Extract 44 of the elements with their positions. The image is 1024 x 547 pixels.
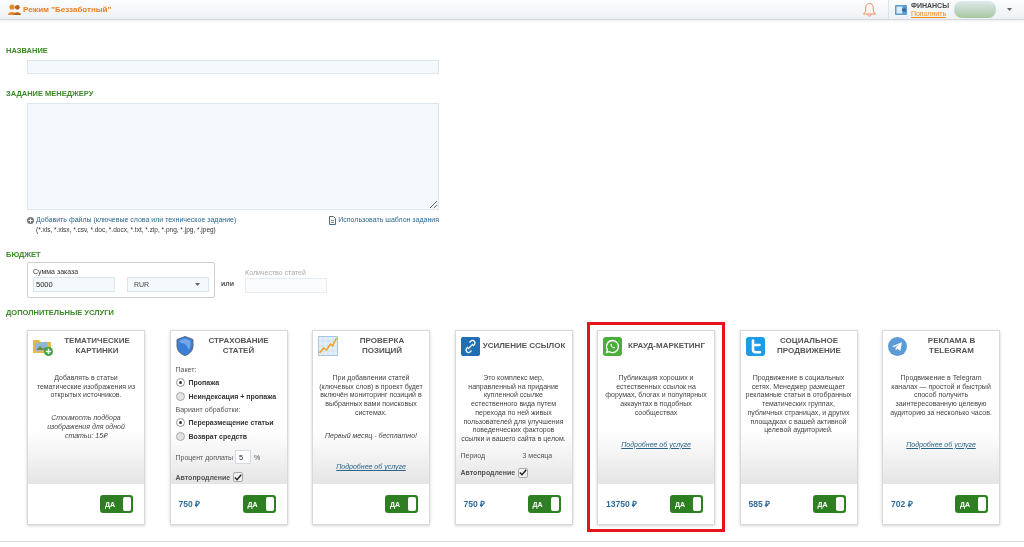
radio-button[interactable] (175, 432, 185, 441)
chat-bubble-icon (603, 336, 622, 356)
card-title: СОЦИАЛЬНОЕ ПРОДВИЖЕНИЕ (776, 336, 842, 356)
task-textarea[interactable] (27, 103, 439, 210)
link-icon (460, 336, 480, 356)
price-label: 750 ₽ (178, 497, 201, 511)
card-title: РЕКЛАМА В TELEGRAM (926, 336, 977, 356)
price-label: 702 ₽ (891, 497, 913, 511)
card-title: УСИЛЕНИЕ ССЫЛОК (481, 341, 567, 351)
checkbox[interactable] (518, 467, 529, 478)
switch-knob (550, 497, 559, 511)
radio-button[interactable] (175, 378, 185, 387)
title-input[interactable] (27, 60, 439, 74)
card-title: СТРАХОВАНИЕ СТАТЕЙ (207, 336, 270, 356)
card-title: КРАУД-МАРКЕТИНГ (627, 341, 706, 351)
checkbox[interactable] (233, 472, 244, 482)
shield-icon (175, 336, 194, 356)
check-icon (519, 469, 528, 477)
switch-knob (123, 497, 131, 511)
price-label: 13750 ₽ (606, 497, 637, 511)
check-icon (234, 473, 243, 481)
people-icon (8, 4, 21, 15)
radio-button[interactable] (175, 418, 185, 427)
switch-knob (835, 497, 844, 511)
paper-plane-icon (888, 336, 907, 356)
bell-icon[interactable] (861, 2, 877, 17)
document-icon (329, 215, 337, 225)
switch-knob (978, 497, 986, 511)
avatar-placeholder[interactable] (954, 1, 996, 18)
card-title: ТЕМАТИЧЕСКИЕ КАРТИНКИ (63, 336, 131, 356)
caret-icon (1007, 8, 1012, 11)
price-label: 750 ₽ (463, 497, 486, 511)
line-chart-icon (318, 336, 338, 356)
switch-knob (265, 497, 274, 511)
switch-knob (693, 497, 701, 511)
switch-knob (408, 497, 416, 511)
social-tile-icon (745, 336, 765, 356)
card-title: ПРОВЕРКА ПОЗИЦИЙ (358, 336, 406, 356)
wallet-icon[interactable] (894, 4, 907, 15)
price-label: 585 ₽ (748, 497, 771, 511)
caret-icon (195, 283, 200, 286)
radio-button[interactable] (175, 392, 185, 401)
mode-title[interactable]: Режим "Беззаботный" (23, 4, 112, 15)
plus-circle-icon (27, 216, 34, 224)
